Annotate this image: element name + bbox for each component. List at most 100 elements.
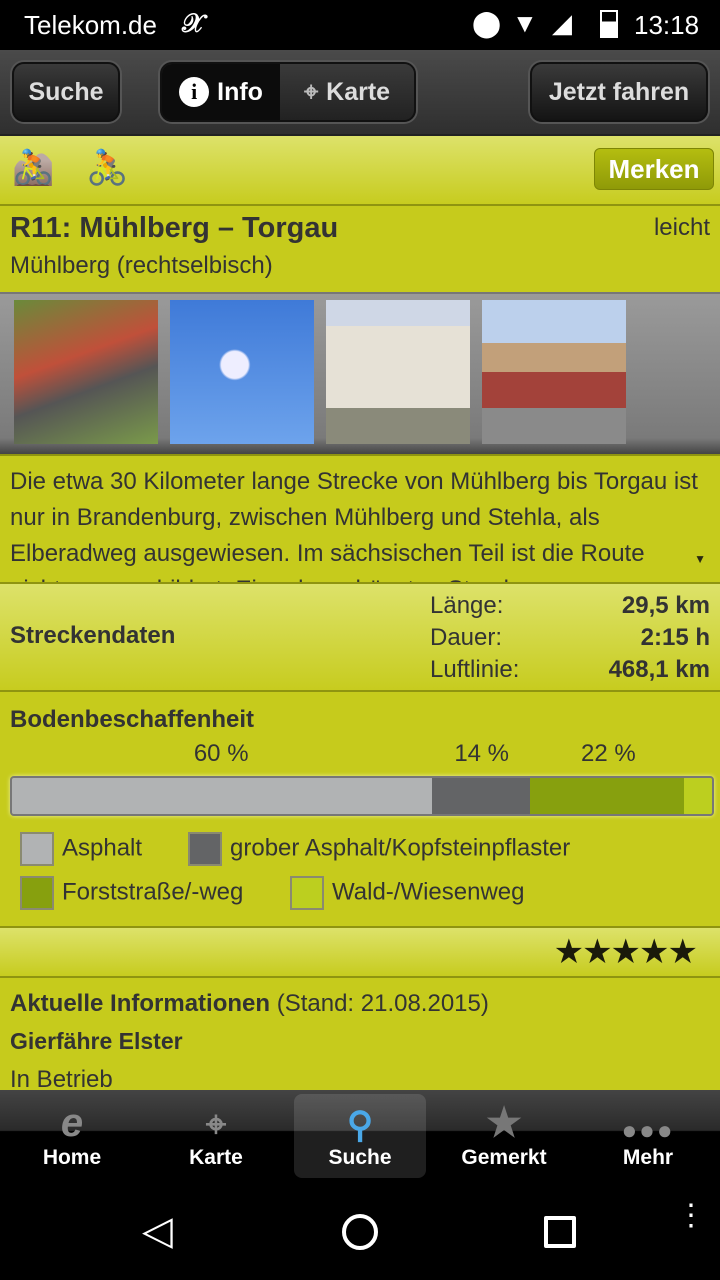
town-hall-photo[interactable] bbox=[326, 300, 470, 444]
surface-heading: Bodenbeschaffenheit bbox=[10, 706, 255, 733]
tab-home[interactable]: e Home bbox=[6, 1094, 138, 1178]
bikes-photo[interactable] bbox=[14, 300, 158, 444]
surface-bar bbox=[10, 776, 714, 816]
news-heading-line: Aktuelle Informationen (Stand: 21.08.201… bbox=[10, 990, 489, 1018]
legend-forest-road: Forststraße/-weg bbox=[20, 876, 243, 910]
surface-segment bbox=[684, 778, 712, 814]
legend-label: grober Asphalt/Kopfsteinpflaster bbox=[230, 834, 571, 862]
photo-strip[interactable] bbox=[0, 292, 720, 454]
home-icon[interactable] bbox=[342, 1214, 378, 1250]
route-data-labels: Länge: Dauer: Luftlinie: bbox=[430, 590, 519, 686]
surface-percent-label: 14 % bbox=[454, 740, 510, 767]
cyclists-castle-photo[interactable] bbox=[482, 300, 626, 444]
asphalt-swatch bbox=[20, 832, 54, 866]
legend-label: Asphalt bbox=[62, 834, 143, 862]
news-item-text: In Betrieb bbox=[10, 1066, 113, 1090]
length-value: 29,5 km bbox=[621, 592, 710, 619]
star-icon: ★ bbox=[582, 933, 613, 971]
surface-segment bbox=[530, 778, 684, 814]
recents-icon[interactable] bbox=[544, 1216, 576, 1248]
star-icon: ★ bbox=[486, 1101, 522, 1145]
location-icon: ⬤ bbox=[472, 8, 502, 38]
tab-mehr[interactable]: ●●● Mehr bbox=[582, 1094, 714, 1178]
tab-map-label: Karte bbox=[326, 77, 391, 106]
bookmark-label: Merken bbox=[608, 153, 700, 184]
back-icon[interactable]: ◁ bbox=[142, 1208, 173, 1254]
route-data-heading: Streckendaten bbox=[10, 622, 176, 649]
elbe-logo-icon: e bbox=[60, 1101, 84, 1145]
route-data: Streckendaten Länge: Dauer: Luftlinie: 2… bbox=[0, 582, 720, 690]
bike-icon: 🚴 bbox=[86, 149, 129, 187]
view-switch: i Info ⌖ Karte bbox=[160, 62, 416, 122]
legend-label: Wald-/Wiesenweg bbox=[332, 878, 525, 906]
tab-mehr-label: Mehr bbox=[622, 1146, 674, 1169]
news-heading: Aktuelle Informationen bbox=[10, 990, 271, 1017]
ride-now-label: Jetzt fahren bbox=[548, 77, 690, 106]
distance-label: Luftlinie: bbox=[430, 656, 520, 683]
tab-gemerkt[interactable]: ★ Gemerkt bbox=[438, 1094, 570, 1178]
action-row: 🚵 🚴 Merken bbox=[0, 136, 720, 204]
news-section: Aktuelle Informationen (Stand: 21.08.201… bbox=[0, 976, 720, 1090]
legend-asphalt: Asphalt bbox=[20, 832, 142, 866]
tab-suche[interactable]: ⚲ Suche bbox=[294, 1094, 426, 1178]
tab-home-label: Home bbox=[42, 1146, 102, 1169]
star-rating: ★★★★★ bbox=[553, 932, 698, 972]
surface-segment bbox=[432, 778, 530, 814]
surface-percent-label: 60 % bbox=[193, 740, 249, 767]
expand-icon[interactable]: ▼ bbox=[694, 552, 706, 566]
info-icon: i bbox=[179, 77, 210, 107]
route-data-values: 29,5 km 2:15 h 468,1 km bbox=[609, 590, 710, 686]
distance-value: 468,1 km bbox=[608, 656, 710, 683]
top-toolbar: Suche i Info ⌖ Karte Jetzt fahren bbox=[0, 50, 720, 136]
search-icon: ⚲ bbox=[346, 1104, 374, 1145]
surface-section: Bodenbeschaffenheit 60 % 14 % 22 % Asphalt… bbox=[0, 690, 720, 926]
menu-icon[interactable]: ⋮ bbox=[676, 1201, 706, 1231]
tab-map[interactable]: ⌖ Karte bbox=[280, 64, 414, 120]
signal-icon: ◢ bbox=[552, 8, 572, 38]
tab-karte-label: Karte bbox=[189, 1146, 243, 1169]
news-date: (Stand: 21.08.2015) bbox=[276, 990, 489, 1017]
wifi-icon: ▼ bbox=[512, 8, 538, 38]
tab-info[interactable]: i Info bbox=[162, 64, 281, 120]
description[interactable]: Die etwa 30 Kilometer lange Strecke von … bbox=[0, 454, 720, 582]
search-button-label: Suche bbox=[28, 77, 104, 106]
route-title: R11: Mühlberg – Torgau bbox=[10, 212, 339, 244]
length-label: Länge: bbox=[430, 592, 504, 619]
forest-road-swatch bbox=[20, 876, 54, 910]
tab-gemerkt-label: Gemerkt bbox=[461, 1146, 547, 1169]
news-item-title: Gierfähre Elster bbox=[10, 1028, 183, 1054]
duration-label: Dauer: bbox=[430, 624, 503, 651]
map-pin-icon: ⌖ bbox=[304, 77, 319, 106]
star-icon: ★ bbox=[553, 933, 585, 971]
battery-icon bbox=[600, 10, 618, 38]
search-button[interactable]: Suche bbox=[12, 62, 120, 122]
carrier: Telekom.de bbox=[24, 10, 157, 40]
legend-label: Forststraße/-weg bbox=[62, 878, 244, 906]
legend-meadow-path: Wald-/Wiesenweg bbox=[290, 876, 525, 910]
android-nav-bar: ◁ ⋮ bbox=[0, 1180, 720, 1280]
bottom-tab-bar: e Home ⌖ Karte ⚲ Suche ★ Gemerkt ●●● Mehr bbox=[0, 1090, 720, 1180]
rating-row: ★★★★★ bbox=[0, 926, 720, 976]
heron-photo[interactable] bbox=[170, 300, 314, 444]
tab-suche-label: Suche bbox=[328, 1146, 392, 1169]
surface-segment bbox=[12, 778, 432, 814]
meadow-path-swatch bbox=[290, 876, 324, 910]
tab-info-label: Info bbox=[217, 77, 263, 106]
bookmark-button[interactable]: Merken bbox=[594, 148, 714, 190]
difficulty: leicht bbox=[653, 214, 710, 241]
description-text: Die etwa 30 Kilometer lange Strecke von … bbox=[10, 468, 698, 582]
surface-percent-label: 22 % bbox=[581, 740, 636, 767]
legend-rough-asphalt: grober Asphalt/Kopfsteinpflaster bbox=[188, 832, 570, 866]
status-bar: Telekom.de 𝒳 ⬤ ▼ ◢ 13:18 bbox=[0, 0, 720, 50]
mountain-bike-icon: 🚵 bbox=[12, 149, 55, 187]
duration-value: 2:15 h bbox=[640, 624, 710, 651]
route-subtitle: Mühlberg (rechtselbisch) bbox=[10, 252, 273, 279]
clock: 13:18 bbox=[634, 10, 700, 40]
rough-asphalt-swatch bbox=[188, 832, 222, 866]
xing-icon: 𝒳 bbox=[182, 8, 205, 38]
star-icon: ★ bbox=[639, 933, 670, 971]
map-pin-icon: ⌖ bbox=[205, 1103, 227, 1144]
ride-now-button[interactable]: Jetzt fahren bbox=[530, 62, 708, 122]
tab-karte[interactable]: ⌖ Karte bbox=[150, 1094, 282, 1178]
more-icon: ●●● bbox=[621, 1115, 675, 1145]
